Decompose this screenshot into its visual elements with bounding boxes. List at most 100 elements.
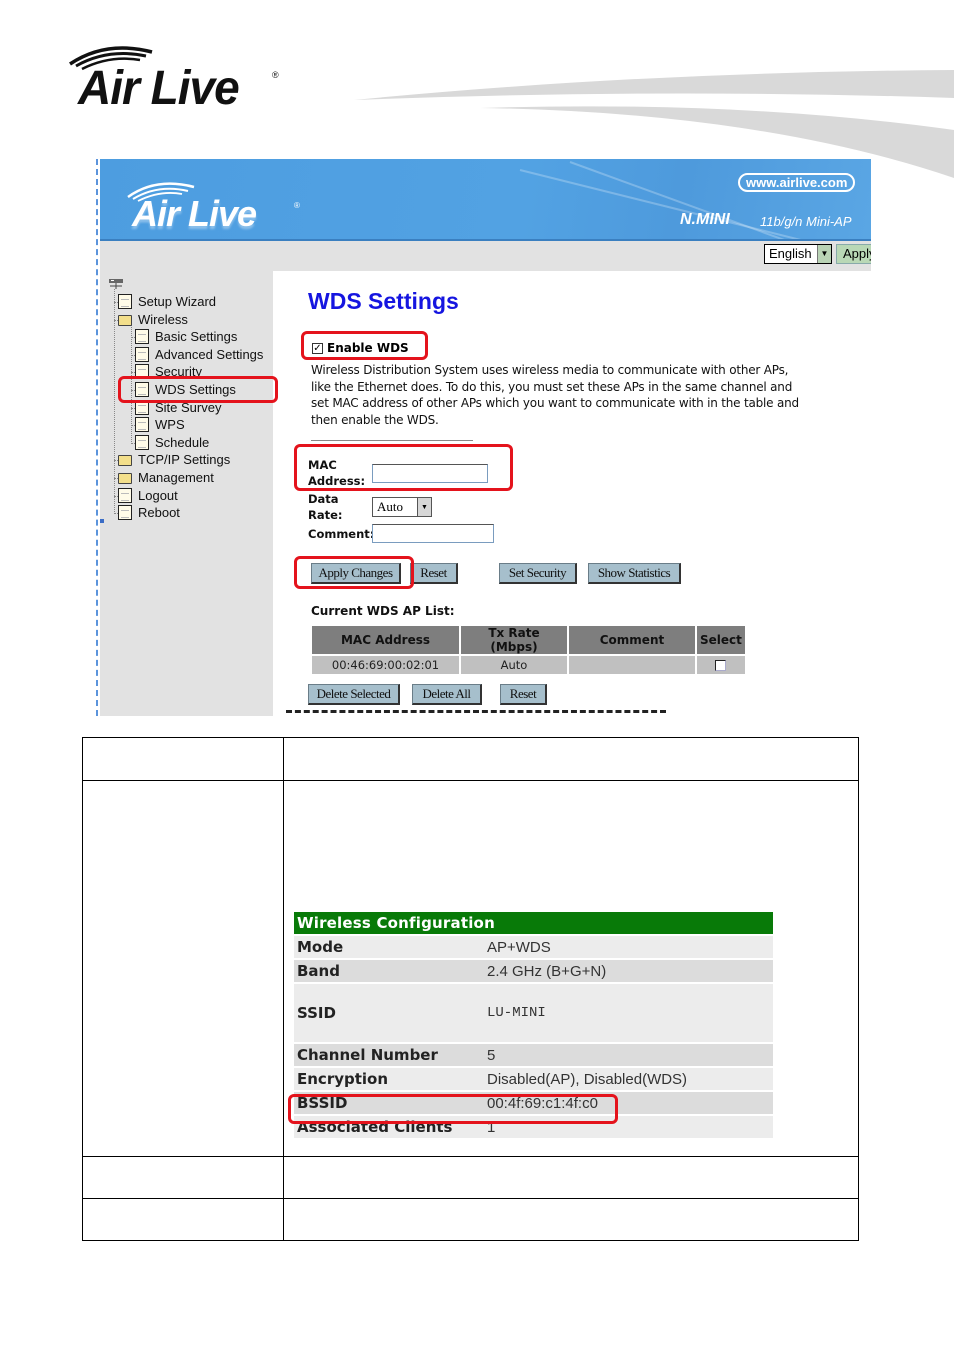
top-toolbar: English ▼ Apply bbox=[100, 241, 871, 271]
sidebar-item-management[interactable]: Management bbox=[118, 469, 214, 486]
data-rate-label: Data Rate: bbox=[308, 492, 343, 522]
config-row-mode: Mode AP+WDS bbox=[294, 936, 773, 958]
wds-ap-list-table: MAC Address Tx Rate (Mbps) Comment Selec… bbox=[310, 624, 747, 676]
config-value: LU-MINI bbox=[484, 984, 773, 1042]
sidebar-item-label: Setup Wizard bbox=[138, 294, 217, 309]
table-cell bbox=[283, 1156, 859, 1199]
sidebar-item-label: Wireless bbox=[138, 311, 188, 327]
table-row bbox=[82, 1156, 859, 1199]
chevron-down-icon[interactable]: ▼ bbox=[817, 245, 831, 263]
highlight-bssid bbox=[288, 1094, 618, 1124]
sidebar-item-tcp-ip-settings[interactable]: TCP/IP Settings bbox=[118, 451, 230, 468]
router-ui-screenshot: Air Live ® www.airlive.com N.MINI 11b/g/… bbox=[96, 159, 871, 716]
show-statistics-button[interactable]: Show Statistics bbox=[588, 563, 681, 584]
wireless-config-title: Wireless Configuration bbox=[294, 912, 773, 934]
page-icon bbox=[135, 346, 149, 362]
sidebar-item-label: Management bbox=[138, 470, 214, 485]
config-row-band: Band 2.4 GHz (B+G+N) bbox=[294, 960, 773, 982]
sidebar-item-setup-wizard[interactable]: Setup Wizard bbox=[118, 293, 216, 310]
language-select[interactable]: English ▼ bbox=[764, 244, 832, 264]
sidebar-item-label: WPS bbox=[155, 417, 185, 433]
page-icon bbox=[135, 329, 149, 345]
comment-label: Comment: bbox=[308, 527, 375, 541]
page-icon bbox=[118, 487, 132, 503]
sidebar-item-label: Basic Settings bbox=[155, 329, 238, 345]
config-key: Channel Number bbox=[294, 1044, 484, 1066]
data-rate-value: Auto bbox=[377, 499, 403, 514]
sidebar-item-advanced-settings[interactable]: Advanced Settings bbox=[135, 346, 263, 363]
sidebar-item-label: Advanced Settings bbox=[155, 346, 264, 362]
table-cell bbox=[82, 1156, 284, 1199]
sidebar-item-label: Reboot bbox=[138, 505, 180, 521]
wds-description: Wireless Distribution System uses wirele… bbox=[311, 363, 799, 427]
folder-icon bbox=[118, 455, 132, 467]
sidebar-item-basic-settings[interactable]: Basic Settings bbox=[135, 328, 237, 345]
select-row-checkbox[interactable] bbox=[715, 660, 727, 671]
column-header: MAC Address bbox=[312, 626, 459, 654]
sidebar-item-label: Schedule bbox=[155, 434, 210, 450]
config-key: SSID bbox=[294, 984, 484, 1042]
highlight-enable-wds bbox=[301, 331, 428, 360]
delete-all-button[interactable]: Delete All bbox=[412, 684, 482, 705]
airlive-document-logo: Air Live ® bbox=[66, 42, 296, 114]
config-value: AP+WDS bbox=[484, 936, 773, 958]
comment-cell bbox=[569, 656, 695, 674]
page-icon bbox=[118, 505, 132, 521]
chevron-down-icon[interactable]: ▼ bbox=[417, 498, 431, 516]
config-value: Disabled(AP), Disabled(WDS) bbox=[484, 1068, 773, 1090]
folder-open-icon bbox=[118, 314, 132, 326]
mac-cell: 00:46:69:00:02:01 bbox=[312, 656, 459, 674]
page-icon bbox=[135, 434, 149, 450]
sidebar-item-wireless[interactable]: Wireless bbox=[118, 311, 188, 328]
sidebar-item-logout[interactable]: Logout bbox=[118, 487, 178, 504]
banner-wordmark: Air Live bbox=[132, 193, 257, 234]
column-header: Tx Rate (Mbps) bbox=[461, 626, 567, 654]
website-link[interactable]: www.airlive.com bbox=[738, 173, 856, 192]
sidebar-item-reboot[interactable]: Reboot bbox=[118, 504, 180, 521]
page-title: WDS Settings bbox=[308, 288, 459, 314]
set-security-button[interactable]: Set Security bbox=[499, 563, 577, 584]
registered-mark: ® bbox=[272, 70, 279, 80]
highlight-mac-address bbox=[294, 444, 513, 491]
config-key: Band bbox=[294, 960, 484, 982]
table-cell bbox=[82, 1198, 284, 1241]
page-icon bbox=[135, 417, 149, 433]
apply-language-button[interactable]: Apply bbox=[836, 244, 871, 264]
registered-mark: ® bbox=[294, 201, 300, 210]
table-cell bbox=[82, 780, 284, 1157]
table-row: 00:46:69:00:02:01 Auto bbox=[312, 656, 745, 674]
sidebar-item-wps[interactable]: WPS bbox=[135, 416, 185, 433]
highlight-wds-settings bbox=[118, 376, 278, 403]
list-reset-button[interactable]: Reset bbox=[500, 684, 547, 705]
config-key: Mode bbox=[294, 936, 484, 958]
router-banner: Air Live ® www.airlive.com N.MINI 11b/g/… bbox=[100, 159, 871, 241]
logo-wordmark: Air Live bbox=[78, 59, 240, 115]
data-rate-select[interactable]: Auto ▼ bbox=[372, 497, 432, 517]
config-key: Encryption bbox=[294, 1068, 484, 1090]
config-row-channel: Channel Number 5 bbox=[294, 1044, 773, 1066]
table-row bbox=[82, 1198, 859, 1241]
delete-selected-button[interactable]: Delete Selected bbox=[308, 684, 400, 705]
divider bbox=[311, 440, 473, 441]
table-cell bbox=[82, 737, 284, 781]
config-value: 2.4 GHz (B+G+N) bbox=[484, 960, 773, 982]
sidebar-tree: Setup Wizard Wireless Basic Settings Advanc… bbox=[100, 271, 273, 716]
network-root-icon bbox=[109, 279, 123, 289]
banner-logo: Air Live ® bbox=[124, 179, 314, 237]
page-icon bbox=[118, 294, 132, 309]
highlight-apply-changes bbox=[294, 556, 414, 589]
table-header-row: MAC Address Tx Rate (Mbps) Comment Selec… bbox=[312, 626, 745, 654]
reset-button[interactable]: Reset bbox=[410, 563, 458, 584]
sidebar-item-label: Logout bbox=[138, 487, 178, 503]
language-value: English bbox=[769, 246, 812, 261]
product-description: 11b/g/n Mini-AP bbox=[760, 214, 852, 229]
column-header: Select bbox=[697, 626, 745, 654]
comment-input[interactable] bbox=[372, 524, 494, 543]
config-row-encryption: Encryption Disabled(AP), Disabled(WDS) bbox=[294, 1068, 773, 1090]
config-value: 5 bbox=[484, 1044, 773, 1066]
selection-marker bbox=[100, 519, 104, 523]
sidebar-item-label: TCP/IP Settings bbox=[138, 452, 231, 468]
config-row-ssid: SSID LU-MINI bbox=[294, 984, 773, 1042]
sidebar-item-schedule[interactable]: Schedule bbox=[135, 434, 209, 451]
table-row bbox=[82, 737, 859, 781]
